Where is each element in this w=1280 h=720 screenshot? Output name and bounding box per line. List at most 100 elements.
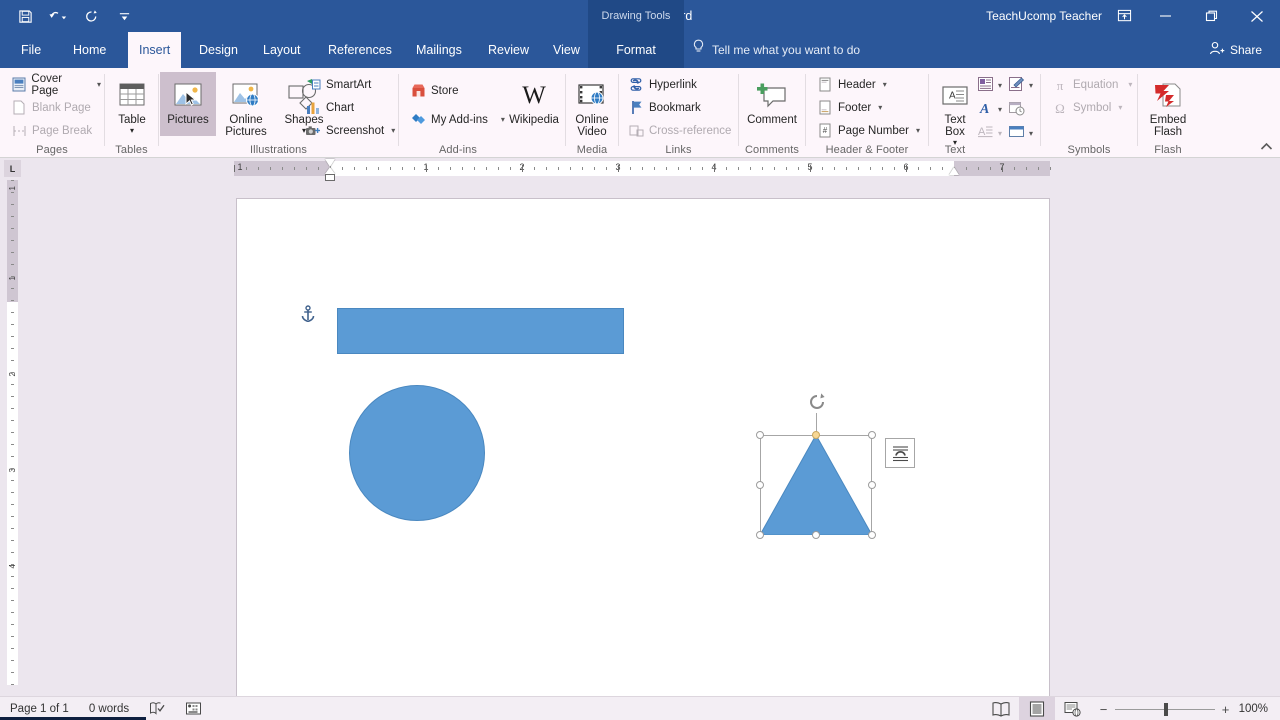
quick-parts-button[interactable]: ▾ [977, 76, 1002, 95]
chevron-down-icon[interactable]: ▾ [1128, 80, 1132, 89]
equation-button[interactable]: π Equation ▾ [1049, 74, 1135, 95]
collapse-ribbon-button[interactable] [1259, 141, 1274, 155]
rectangle-shape[interactable] [337, 308, 624, 354]
screenshot-button[interactable]: Screenshot ▾ [302, 120, 398, 141]
my-add-ins-button[interactable]: My Add-ins ▾ [407, 109, 508, 130]
cross-reference-button[interactable]: Cross-reference [625, 120, 734, 141]
wordart-button[interactable]: A ▾ [977, 100, 1002, 119]
chevron-down-icon[interactable]: ▾ [1029, 129, 1033, 138]
table-button[interactable]: Table ▾ [104, 72, 160, 135]
restore-icon[interactable] [1188, 0, 1234, 32]
store-button[interactable]: Store [407, 80, 462, 101]
hyperlink-button[interactable]: Hyperlink [625, 74, 700, 95]
wikipedia-button[interactable]: W Wikipedia [506, 72, 562, 126]
text-box-button[interactable]: A Text Box ▾ [933, 72, 977, 147]
zoom-track[interactable] [1114, 702, 1215, 716]
resize-handle-bottom-right[interactable] [868, 531, 876, 539]
macro-recording-icon[interactable] [175, 697, 212, 720]
footer-button[interactable]: Footer ▾ [814, 97, 885, 118]
resize-handle-bottom-left[interactable] [756, 531, 764, 539]
chevron-down-icon[interactable]: ▾ [883, 80, 887, 89]
tell-me-search[interactable]: Tell me what you want to do [692, 32, 860, 68]
minimize-icon[interactable] [1142, 0, 1188, 32]
page-number-button[interactable]: # Page Number ▾ [814, 120, 923, 141]
triangle-shape-selection[interactable] [756, 393, 915, 539]
zoom-level[interactable]: 100% [1239, 703, 1280, 715]
blank-page-button[interactable]: Blank Page [8, 97, 94, 118]
close-icon[interactable] [1234, 0, 1280, 32]
ruler-tick [1026, 167, 1027, 170]
chevron-down-icon[interactable]: ▾ [998, 129, 1002, 138]
online-pictures-button[interactable]: Online Pictures [218, 72, 274, 138]
zoom-slider[interactable]: − + [1091, 702, 1239, 717]
ruler-tick [11, 612, 14, 613]
vertical-ruler[interactable]: 1 1 2 3 4 [4, 180, 20, 696]
view-print-layout[interactable] [1018, 697, 1055, 720]
symbol-button[interactable]: Ω Symbol ▾ [1049, 97, 1125, 118]
tab-design[interactable]: Design [188, 32, 249, 68]
ribbon-group-tables: Table ▾ Tables [105, 68, 158, 158]
cover-page-button[interactable]: Cover Page ▾ [8, 73, 104, 97]
document-page[interactable] [236, 198, 1050, 696]
horizontal-ruler[interactable]: L 1 1 2 3 4 5 6 7 [0, 158, 1280, 181]
smartart-button[interactable]: SmartArt [302, 74, 374, 95]
chevron-down-icon[interactable]: ▾ [878, 103, 882, 112]
tab-format[interactable]: Format [588, 32, 684, 68]
rotate-handle[interactable] [806, 391, 828, 413]
horizontal-ruler-track[interactable]: 1 1 2 3 4 5 6 7 [234, 161, 1051, 176]
tab-review[interactable]: Review [477, 32, 540, 68]
tab-home[interactable]: Home [62, 32, 117, 68]
chart-button[interactable]: Chart [302, 97, 357, 118]
tab-file[interactable]: File [10, 32, 52, 68]
wordart-icon: A [977, 100, 994, 119]
chevron-down-icon[interactable]: ▾ [998, 105, 1002, 114]
view-web-layout[interactable] [1055, 697, 1091, 720]
chevron-down-icon[interactable]: ▾ [1118, 103, 1122, 112]
date-time-button[interactable] [1008, 100, 1025, 119]
signature-line-button[interactable]: ▾ [1008, 76, 1033, 95]
tab-layout[interactable]: Layout [252, 32, 312, 68]
page-break-button[interactable]: Page Break [8, 120, 95, 141]
ruler-tick [738, 167, 739, 170]
tab-mailings[interactable]: Mailings [405, 32, 473, 68]
vertical-ruler-track[interactable]: 1 1 2 3 4 [7, 180, 18, 685]
embed-flash-button[interactable]: Embed Flash [1140, 72, 1196, 138]
chevron-down-icon[interactable]: ▾ [998, 81, 1002, 90]
tab-stop-selector[interactable]: L [4, 160, 21, 177]
resize-handle-top-left[interactable] [756, 431, 764, 439]
object-button[interactable]: ▾ [1008, 124, 1033, 143]
tab-insert[interactable]: Insert [128, 32, 182, 68]
bookmark-button[interactable]: Bookmark [625, 97, 704, 118]
layout-options-button[interactable] [885, 438, 915, 468]
resize-handle-middle-left[interactable] [756, 481, 764, 489]
tab-references[interactable]: References [317, 32, 403, 68]
comment-button[interactable]: Comment [744, 72, 800, 126]
chevron-down-icon[interactable]: ▾ [97, 80, 101, 89]
circle-shape[interactable] [349, 385, 485, 521]
header-button[interactable]: Header ▾ [814, 74, 890, 95]
left-indent-marker[interactable] [325, 174, 335, 181]
triangle-shape[interactable] [760, 435, 872, 535]
tab-view[interactable]: View [542, 32, 591, 68]
resize-handle-bottom-center[interactable] [812, 531, 820, 539]
resize-handle-top-right[interactable] [868, 431, 876, 439]
chevron-down-icon[interactable]: ▾ [501, 115, 505, 124]
ribbon-display-options-icon[interactable] [1108, 0, 1140, 32]
right-indent-marker[interactable] [949, 167, 959, 175]
chevron-down-icon[interactable]: ▾ [1029, 81, 1033, 90]
zoom-in-button[interactable]: + [1221, 702, 1231, 717]
zoom-thumb[interactable] [1163, 702, 1168, 716]
online-video-button[interactable]: Online Video [564, 72, 620, 138]
chevron-down-icon[interactable]: ▾ [916, 126, 920, 135]
pictures-button[interactable]: Pictures [160, 72, 216, 136]
resize-handle-middle-right[interactable] [868, 481, 876, 489]
zoom-out-button[interactable]: − [1099, 702, 1109, 717]
drop-cap-button[interactable]: A ▾ [977, 124, 1002, 143]
hanging-indent-marker[interactable] [325, 166, 335, 174]
chevron-down-icon[interactable]: ▾ [391, 126, 395, 135]
share-button[interactable]: Share [1201, 37, 1270, 63]
view-read-mode[interactable] [983, 697, 1019, 720]
chevron-down-icon[interactable]: ▾ [130, 127, 134, 135]
account-name[interactable]: TeachUcomp Teacher [986, 0, 1102, 32]
resize-handle-top-center[interactable] [812, 431, 820, 439]
